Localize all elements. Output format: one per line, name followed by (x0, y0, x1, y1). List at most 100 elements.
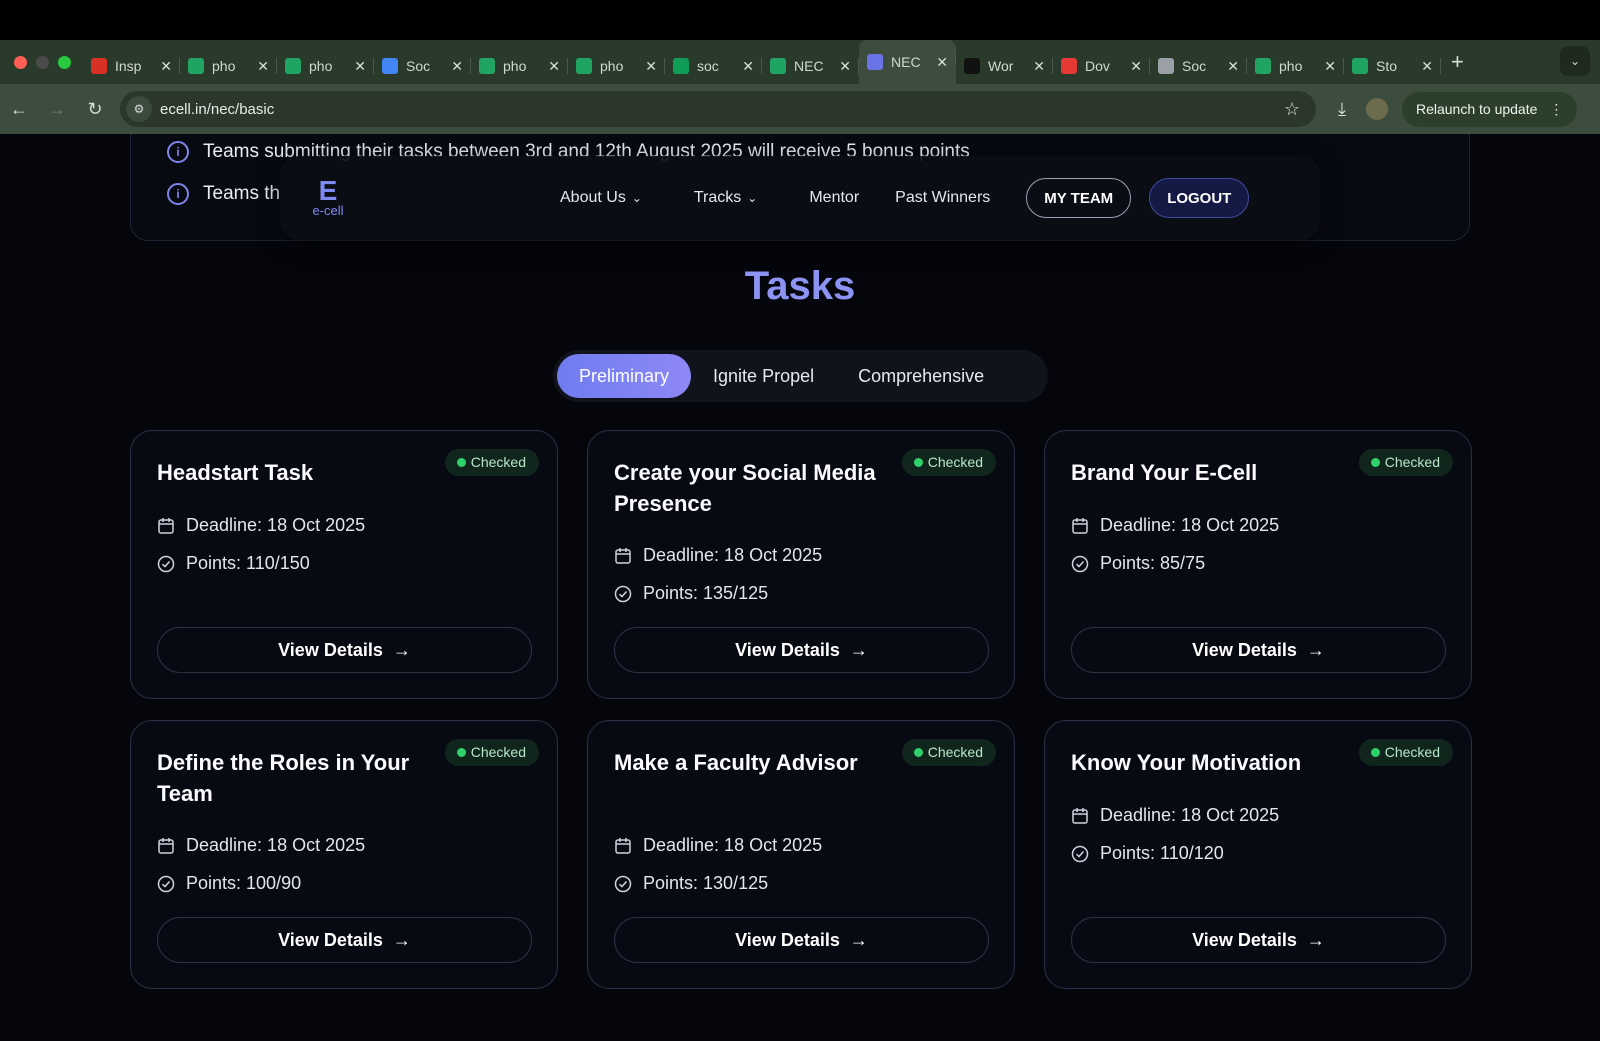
deadline-row: Deadline: 18 Oct 2025 (614, 835, 822, 856)
browser-tab[interactable]: pho ✕ (471, 48, 568, 84)
tab-label: pho (212, 58, 236, 74)
tab-search-button[interactable]: ⌄ (1560, 46, 1590, 76)
close-icon[interactable]: ✕ (548, 58, 560, 75)
points-row: Points: 130/125 (614, 873, 768, 894)
nav-link-mentor[interactable]: Mentor (809, 189, 859, 207)
points-text: Points: 130/125 (643, 873, 769, 893)
view-details-button[interactable]: View Details → (157, 627, 532, 673)
url-text[interactable]: ecell.in/nec/basic (160, 101, 1284, 118)
close-icon[interactable]: ✕ (742, 58, 754, 75)
tab-label: NEC (891, 54, 921, 70)
browser-tab[interactable]: Sto ✕ (1344, 48, 1441, 84)
calendar-icon (614, 547, 632, 565)
calendar-icon (1071, 807, 1089, 825)
zoom-window-button[interactable] (58, 55, 71, 69)
browser-tab[interactable]: pho ✕ (180, 48, 277, 84)
nav-link-label: Tracks (693, 189, 742, 206)
arrow-right-icon: → (1306, 639, 1325, 660)
view-details-label: View Details (735, 639, 840, 660)
tab-preliminary[interactable]: Preliminary (557, 354, 692, 398)
tab-favicon-icon (1061, 58, 1077, 74)
tab-ignite-propel[interactable]: Ignite Propel (691, 354, 836, 398)
task-category-tabs: Preliminary Ignite Propel Comprehensive (553, 350, 1048, 402)
browser-tab[interactable]: Soc ✕ (1150, 48, 1247, 84)
status-badge: Checked (444, 739, 539, 766)
close-icon[interactable]: ✕ (1421, 58, 1433, 75)
deadline-row: Deadline: 18 Oct 2025 (1071, 805, 1279, 826)
nav-link-tracks[interactable]: Tracks ⌄ (694, 189, 757, 207)
close-icon[interactable]: ✕ (936, 54, 948, 71)
url-bar[interactable]: ⚙ ecell.in/nec/basic ☆ (120, 91, 1316, 127)
task-title: Make a Faculty Advisor (614, 750, 858, 775)
site-navbar: E e-cell About Us ⌄ Tracks ⌄ Mentor Past W… (280, 156, 1320, 240)
view-details-button[interactable]: View Details → (614, 627, 989, 673)
close-icon[interactable]: ✕ (160, 58, 172, 75)
nav-link-past-winners[interactable]: Past Winners (895, 189, 990, 207)
relaunch-button[interactable]: Relaunch to update ⋮ (1401, 91, 1578, 127)
more-menu-icon[interactable]: ⋮ (1549, 101, 1563, 118)
close-icon[interactable]: ✕ (1227, 58, 1239, 75)
view-details-button[interactable]: View Details → (157, 917, 532, 963)
close-icon[interactable]: ✕ (1033, 58, 1045, 75)
arrow-right-icon: → (1306, 929, 1325, 950)
tab-label: Soc (406, 58, 431, 74)
close-icon[interactable]: ✕ (1130, 58, 1142, 75)
tab-favicon-icon (1255, 58, 1271, 74)
close-icon[interactable]: ✕ (354, 58, 366, 75)
close-icon[interactable]: ✕ (257, 58, 269, 75)
task-card: Know Your Motivation Checked Deadline: 18 … (1044, 720, 1472, 989)
nav-link-about-us[interactable]: About Us ⌄ (560, 189, 642, 207)
view-details-button[interactable]: View Details → (1071, 627, 1446, 673)
profile-avatar[interactable] (1365, 98, 1388, 120)
view-details-label: View Details (1192, 639, 1297, 660)
relaunch-label: Relaunch to update (1415, 101, 1538, 117)
forward-icon[interactable]: → (38, 99, 76, 120)
browser-tab[interactable]: NEC ✕ (762, 48, 859, 84)
bookmark-star-icon[interactable]: ☆ (1284, 99, 1300, 120)
new-tab-button[interactable]: + (1451, 49, 1464, 75)
tab-comprehensive[interactable]: Comprehensive (836, 354, 1006, 398)
my-team-button[interactable]: MY TEAM (1026, 178, 1132, 218)
logout-button[interactable]: LOGOUT (1149, 178, 1250, 218)
reload-icon[interactable]: ↻ (76, 99, 114, 120)
back-icon[interactable]: ← (0, 99, 38, 120)
tab-label: Dov (1085, 58, 1110, 74)
browser-tab[interactable]: Wor ✕ (956, 48, 1053, 84)
browser-tab[interactable]: soc ✕ (665, 48, 762, 84)
notice-text: Teams th (203, 183, 281, 204)
points-text: Points: 100/90 (186, 873, 302, 893)
close-icon[interactable]: ✕ (451, 58, 463, 75)
ecell-logo[interactable]: E e-cell (308, 177, 348, 218)
status-dot-icon (1370, 748, 1380, 757)
browser-tab[interactable]: NEC ✕ (859, 40, 956, 84)
close-window-button[interactable] (14, 55, 27, 69)
points-row: Points: 135/125 (614, 583, 768, 604)
points-text: Points: 85/75 (1100, 553, 1206, 573)
download-icon[interactable]: ⤓ (1338, 99, 1346, 120)
arrow-right-icon: → (392, 929, 411, 950)
close-icon[interactable]: ✕ (1324, 58, 1336, 75)
close-icon[interactable]: ✕ (839, 58, 851, 75)
browser-tab[interactable]: Dov ✕ (1053, 48, 1150, 84)
browser-tab[interactable]: pho ✕ (1247, 48, 1344, 84)
view-details-button[interactable]: View Details → (614, 917, 989, 963)
check-circle-icon (157, 875, 175, 893)
points-text: Points: 110/120 (1100, 843, 1224, 863)
browser-tab[interactable]: pho ✕ (277, 48, 374, 84)
tab-favicon-icon (285, 58, 301, 74)
status-dot-icon (913, 458, 923, 467)
minimize-window-button[interactable] (36, 55, 49, 69)
browser-tab[interactable]: Insp ✕ (83, 48, 180, 84)
browser-tab[interactable]: Soc ✕ (374, 48, 471, 84)
close-icon[interactable]: ✕ (645, 58, 657, 75)
browser-tab[interactable]: pho ✕ (568, 48, 665, 84)
deadline-text: Deadline: 18 Oct 2025 (186, 515, 366, 535)
deadline-text: Deadline: 18 Oct 2025 (1100, 805, 1280, 825)
status-label: Checked (470, 454, 526, 470)
view-details-button[interactable]: View Details → (1071, 917, 1446, 963)
tab-strip: Insp ✕ pho ✕ pho ✕ Soc ✕ pho ✕ pho ✕ soc ✕ NEC ✕ NEC ✕ Wor… (0, 40, 1600, 84)
site-settings-icon[interactable]: ⚙ (126, 96, 152, 122)
logo-text: e-cell (312, 203, 344, 218)
status-label: Checked (470, 744, 526, 760)
task-title: Create your Social Media Presence (614, 460, 876, 516)
